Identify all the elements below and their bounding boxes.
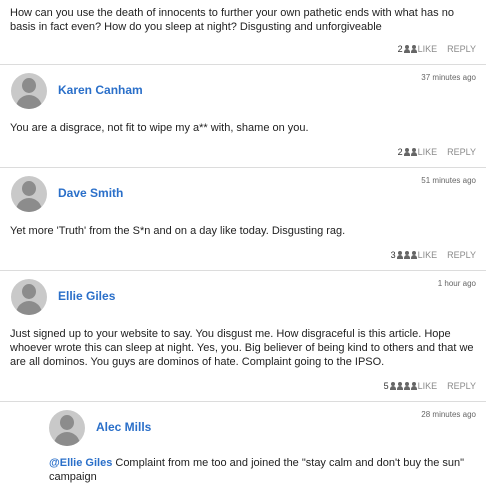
comment-actions: 3 LIKE REPLY: [391, 250, 476, 260]
like-count: 2: [397, 44, 403, 54]
comment-timestamp: 51 minutes ago: [421, 176, 476, 185]
comment-text: Yet more 'Truth' from the S*n and on a d…: [10, 225, 346, 237]
like-count: 5: [383, 381, 389, 391]
reply-button[interactable]: REPLY: [447, 381, 476, 391]
comment-author[interactable]: Karen Canham: [58, 83, 143, 97]
user-icon: [396, 251, 403, 259]
like-button[interactable]: LIKE: [418, 147, 438, 157]
comment: Dave Smith 51 minutes ago Yet more 'Trut…: [0, 168, 486, 271]
user-icon: [403, 148, 410, 156]
comment-author[interactable]: Dave Smith: [58, 186, 123, 200]
comment-timestamp: 37 minutes ago: [421, 73, 476, 82]
comment-timestamp: 1 hour ago: [437, 279, 476, 288]
comment-text: You are a disgrace, not fit to wipe my a…: [10, 122, 309, 134]
like-count: 3: [390, 250, 396, 260]
comment-timestamp: 28 minutes ago: [421, 410, 476, 419]
avatar[interactable]: [49, 410, 85, 446]
comment: Ellie Giles 1 hour ago Just signed up to…: [0, 271, 486, 402]
user-icon: [410, 148, 417, 156]
avatar[interactable]: [11, 176, 47, 212]
avatar[interactable]: [11, 73, 47, 109]
like-button[interactable]: LIKE: [418, 44, 438, 54]
user-icon: [396, 382, 403, 390]
reply-button[interactable]: REPLY: [447, 44, 476, 54]
user-icon: [403, 45, 410, 53]
like-button[interactable]: LIKE: [418, 381, 438, 391]
like-count: 2: [397, 147, 403, 157]
reply-button[interactable]: REPLY: [447, 147, 476, 157]
user-icon: [403, 382, 410, 390]
like-button[interactable]: LIKE: [418, 250, 438, 260]
user-icon: [403, 251, 410, 259]
reply-button[interactable]: REPLY: [447, 250, 476, 260]
user-icon: [410, 45, 417, 53]
comment-actions: 2 LIKE REPLY: [398, 147, 476, 157]
comment-actions: 5 LIKE REPLY: [384, 381, 476, 391]
comment-actions: 2 LIKE REPLY: [398, 44, 476, 54]
comment-top: How can you use the death of innocents t…: [0, 0, 486, 65]
comment-text: How can you use the death of innocents t…: [10, 7, 454, 33]
comment-text: @Ellie Giles Complaint from me too and j…: [49, 456, 476, 484]
user-icon: [389, 382, 396, 390]
reply-comment: Alec Mills 28 minutes ago @Ellie Giles C…: [0, 402, 486, 502]
mention-link[interactable]: @Ellie Giles: [49, 457, 112, 469]
comment-text: Just signed up to your website to say. Y…: [10, 328, 474, 368]
avatar[interactable]: [11, 279, 47, 315]
user-icon: [410, 251, 417, 259]
user-icon: [410, 382, 417, 390]
comment-author[interactable]: Ellie Giles: [58, 289, 115, 303]
comment: Karen Canham 37 minutes ago You are a di…: [0, 65, 486, 168]
comment-author[interactable]: Alec Mills: [96, 420, 151, 434]
reply-text: Complaint from me too and joined the "st…: [49, 457, 465, 483]
